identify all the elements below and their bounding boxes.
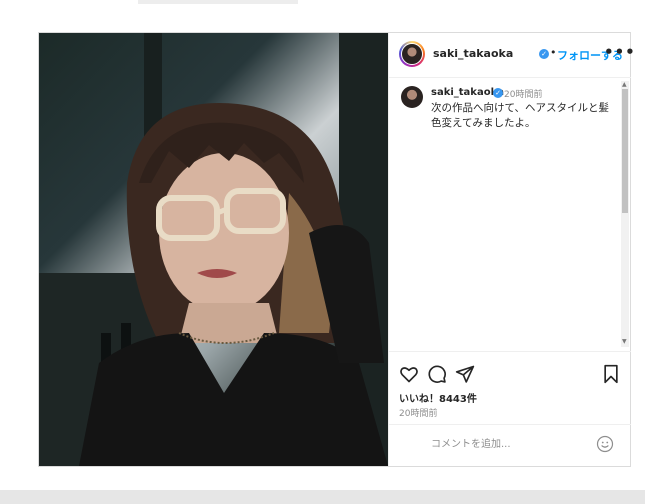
instagram-embed: saki_takaoka ✓ • フォローする ••• saki_takaoka… (38, 32, 635, 467)
post-photo[interactable] (39, 33, 388, 466)
post-photo-illustration (39, 33, 388, 466)
comments-area[interactable]: saki_takaoka ✓ 20時間前 次の作品へ向けて、ヘアスタイルと髪色変… (389, 78, 631, 350)
bookmark-icon[interactable] (601, 364, 621, 384)
separator-dot: • (550, 46, 557, 59)
more-options-icon[interactable]: ••• (604, 43, 636, 61)
heart-icon[interactable] (399, 364, 419, 384)
scroll-down-arrow-icon[interactable]: ▼ (622, 338, 627, 345)
comment-icon[interactable] (427, 364, 447, 384)
caption-avatar[interactable] (401, 86, 423, 108)
like-count[interactable]: いいね！8443件 (399, 390, 477, 405)
verified-badge-icon: ✓ (539, 49, 549, 59)
action-bar: いいね！8443件 20時間前 (389, 351, 631, 462)
comments-scrollbar[interactable]: ▲ ▼ (621, 81, 629, 347)
browser-top-strip (138, 0, 298, 4)
caption-text: 次の作品へ向けて、ヘアスタイルと髪色変えてみましたよ。 (431, 102, 609, 129)
comment-input[interactable] (429, 433, 593, 455)
avatar-image (401, 43, 423, 65)
post-timestamp[interactable]: 20時間前 (399, 406, 437, 419)
send-icon[interactable] (455, 364, 475, 384)
post-header: saki_takaoka ✓ • フォローする ••• (389, 33, 635, 78)
add-comment-row (389, 424, 631, 461)
scroll-thumb[interactable] (622, 89, 628, 213)
caption-timestamp: 20時間前 (504, 90, 543, 100)
avatar[interactable] (399, 41, 425, 67)
post-sidebar: saki_takaoka ✓ • フォローする ••• saki_takaoka… (388, 33, 635, 466)
header-username[interactable]: saki_takaoka (433, 47, 513, 60)
smiley-icon[interactable] (596, 435, 614, 453)
bottom-strip (0, 490, 645, 504)
verified-badge-icon: ✓ (493, 88, 503, 98)
scroll-up-arrow-icon[interactable]: ▲ (622, 81, 627, 88)
